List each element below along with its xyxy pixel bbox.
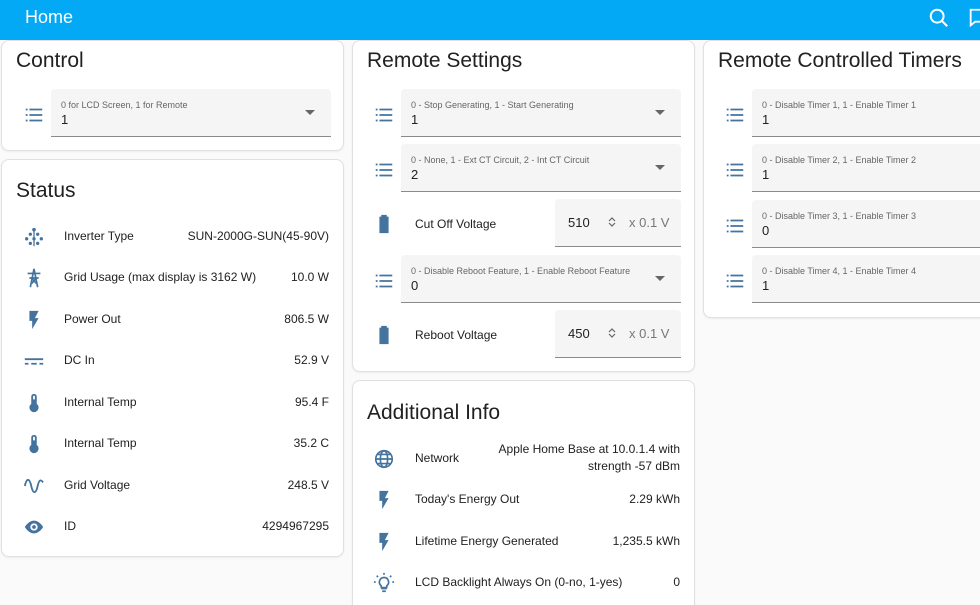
solar-tree-icon <box>23 226 45 248</box>
select-label: 0 for LCD Screen, 1 for Remote <box>61 100 188 110</box>
status-row-label: ID <box>64 519 76 533</box>
top-app-bar: Home <box>0 0 980 40</box>
card-title: Status <box>16 179 76 202</box>
status-row-value: 806.5 W <box>284 312 329 326</box>
generating-select[interactable]: 0 - Stop Generating, 1 - Start Generatin… <box>401 89 681 137</box>
status-card: Status Inverter Type SUN-2000G-SUN(45-90… <box>1 159 344 557</box>
select-label: 0 - Disable Timer 2, 1 - Enable Timer 2 <box>762 155 917 165</box>
lightbulb-icon <box>373 572 395 594</box>
select-label: 0 - Disable Timer 3, 1 - Enable Timer 3 <box>762 211 917 221</box>
thermometer-icon <box>23 392 45 414</box>
input-unit: x 0.1 V <box>629 215 670 230</box>
network-value-line2: strength -57 dBm <box>587 459 680 473</box>
chevron-down-icon <box>655 110 665 115</box>
ct-circuit-select[interactable]: 0 - None, 1 - Ext CT Circuit, 2 - Int CT… <box>401 144 681 192</box>
page-title: Home <box>25 7 74 27</box>
format-list-icon <box>724 104 746 126</box>
status-row-value: 248.5 V <box>287 478 329 492</box>
flash-icon <box>373 489 395 511</box>
status-row-value: 4294967295 <box>262 519 329 533</box>
timer-1-select[interactable]: 0 - Disable Timer 1, 1 - Enable Timer 1 … <box>752 89 980 137</box>
select-label: 0 - Stop Generating, 1 - Start Generatin… <box>411 100 574 110</box>
info-row-label: Lifetime Energy Generated <box>415 534 559 548</box>
select-value: 0 <box>411 278 419 293</box>
spinner-icon[interactable] <box>607 215 617 229</box>
chevron-down-icon <box>655 276 665 281</box>
input-value: 510 <box>568 215 590 230</box>
info-row-value: 1,235.5 kWh <box>612 534 680 548</box>
select-value: 1 <box>411 112 419 127</box>
spinner-icon[interactable] <box>607 326 617 340</box>
status-row-label: Grid Voltage <box>64 478 131 492</box>
chevron-down-icon <box>655 165 665 170</box>
lcd-remote-select[interactable]: 0 for LCD Screen, 1 for Remote 1 <box>51 89 331 137</box>
format-list-icon <box>724 270 746 292</box>
cutoff-voltage-label: Cut Off Voltage <box>415 217 497 231</box>
select-label: 0 - Disable Timer 4, 1 - Enable Timer 4 <box>762 266 917 276</box>
transmission-tower-icon <box>23 267 45 289</box>
status-row-label: Internal Temp <box>64 395 137 409</box>
eye-icon <box>23 516 45 538</box>
timer-4-select[interactable]: 0 - Disable Timer 4, 1 - Enable Timer 4 … <box>752 255 980 303</box>
network-value-line1: Apple Home Base at 10.0.1.4 with <box>498 442 680 456</box>
battery-icon <box>373 324 395 346</box>
status-row-label: Power Out <box>64 312 121 326</box>
additional-info-card: Additional Info Network Apple Home Base … <box>352 380 695 605</box>
cutoff-voltage-input[interactable]: 510 x 0.1 V <box>555 199 681 247</box>
input-value: 450 <box>568 326 590 341</box>
format-list-icon <box>373 104 395 126</box>
timers-card: Remote Controlled Timers 0 - Disable Tim… <box>703 40 980 318</box>
select-value: 1 <box>762 167 770 182</box>
status-row-value: 35.2 C <box>293 436 329 450</box>
network-label: Network <box>415 451 460 465</box>
control-card: Control 0 for LCD Screen, 1 for Remote 1 <box>1 40 344 151</box>
flash-icon <box>23 309 45 331</box>
current-dc-icon <box>23 350 45 372</box>
status-row-label: DC In <box>64 353 95 367</box>
format-list-icon <box>724 159 746 181</box>
select-label: 0 - Disable Reboot Feature, 1 - Enable R… <box>411 266 631 276</box>
sine-wave-icon <box>23 475 45 497</box>
format-list-icon <box>373 270 395 292</box>
select-label: 0 - None, 1 - Ext CT Circuit, 2 - Int CT… <box>411 155 590 165</box>
status-row-value: SUN-2000G-SUN(45-90V) <box>187 229 329 243</box>
remote-settings-card: Remote Settings 0 - Stop Generating, 1 -… <box>352 40 695 372</box>
format-list-icon <box>724 215 746 237</box>
status-row-value: 95.4 F <box>294 395 329 409</box>
format-list-icon <box>373 159 395 181</box>
select-value: 1 <box>762 112 770 127</box>
card-title: Control <box>16 49 84 72</box>
reboot-voltage-input[interactable]: 450 x 0.1 V <box>555 310 681 358</box>
status-row-label: Inverter Type <box>64 229 134 243</box>
input-unit: x 0.1 V <box>629 326 670 341</box>
card-title: Additional Info <box>367 401 501 424</box>
format-list-icon <box>23 104 45 126</box>
status-row-value: 10.0 W <box>290 270 329 284</box>
reboot-feature-select[interactable]: 0 - Disable Reboot Feature, 1 - Enable R… <box>401 255 681 303</box>
flash-icon <box>373 531 395 553</box>
search-icon[interactable] <box>928 7 950 31</box>
timer-2-select[interactable]: 0 - Disable Timer 2, 1 - Enable Timer 2 … <box>752 144 980 192</box>
info-row-value: 0 <box>673 575 680 589</box>
chevron-down-icon <box>305 110 315 115</box>
card-title: Remote Settings <box>367 49 523 72</box>
reboot-voltage-label: Reboot Voltage <box>415 328 498 342</box>
select-label: 0 - Disable Timer 1, 1 - Enable Timer 1 <box>762 100 917 110</box>
battery-icon <box>373 213 395 235</box>
globe-icon <box>373 448 395 470</box>
select-value: 2 <box>411 167 419 182</box>
info-row-label: LCD Backlight Always On (0-no, 1-yes) <box>415 575 623 589</box>
timer-3-select[interactable]: 0 - Disable Timer 3, 1 - Enable Timer 3 … <box>752 200 980 248</box>
status-row-label: Grid Usage (max display is 3162 W) <box>64 270 257 284</box>
thermometer-icon <box>23 433 45 455</box>
select-value: 1 <box>762 278 770 293</box>
select-value: 0 <box>762 223 770 238</box>
status-row-value: 52.9 V <box>294 353 329 367</box>
select-value: 1 <box>61 112 69 127</box>
info-row-value: 2.29 kWh <box>629 492 680 506</box>
info-row-label: Today's Energy Out <box>415 492 520 506</box>
assist-icon[interactable] <box>967 7 980 31</box>
card-title: Remote Controlled Timers <box>718 49 962 72</box>
status-row-label: Internal Temp <box>64 436 137 450</box>
